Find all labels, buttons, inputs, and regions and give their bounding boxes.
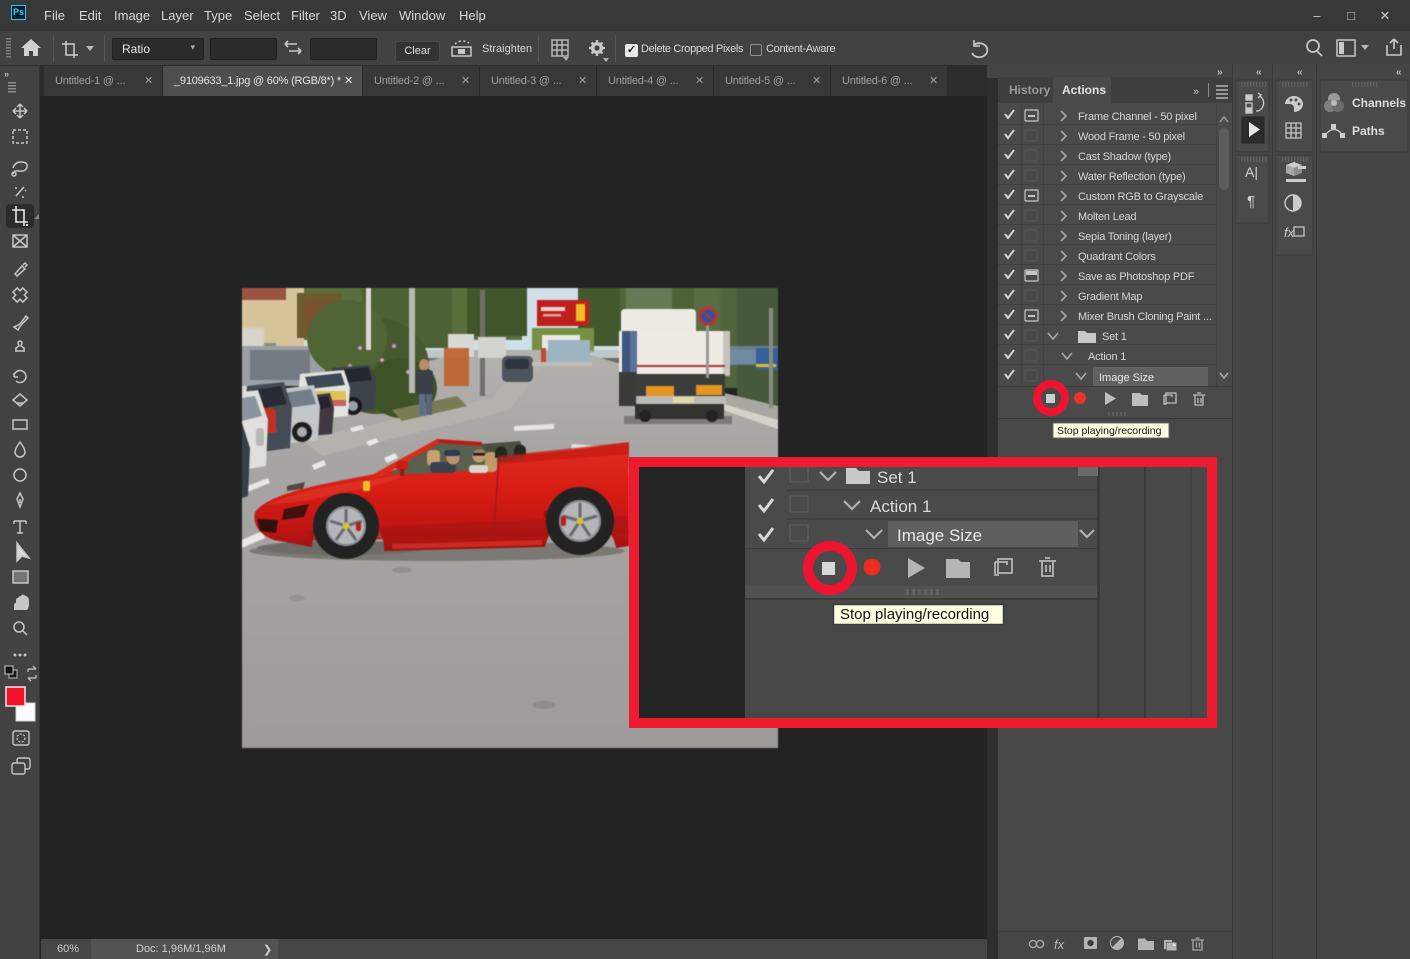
svg-text:Water Reflection (type): Water Reflection (type) [1078,171,1185,183]
svg-text:Stop playing/recording: Stop playing/recording [1057,425,1162,437]
svg-text:Stop playing/recording: Stop playing/recording [840,606,989,623]
svg-text:Action 1: Action 1 [1088,351,1126,363]
svg-text:Wood Frame - 50 pixel: Wood Frame - 50 pixel [1078,131,1185,143]
svg-text:Mixer Brush Cloning Paint ...: Mixer Brush Cloning Paint ... [1078,311,1212,323]
svg-text:Set 1: Set 1 [1102,331,1127,343]
svg-text:Gradient Map: Gradient Map [1078,291,1142,303]
svg-text:fx: fx [1284,225,1295,240]
svg-text:Image Size: Image Size [1099,372,1154,384]
svg-text:History: History [1009,83,1051,97]
svg-text:Paths: Paths [1352,124,1385,138]
svg-text:»: » [1217,67,1223,78]
svg-text:fx: fx [1054,937,1065,952]
svg-text:Frame Channel - 50 pixel: Frame Channel - 50 pixel [1078,111,1197,123]
svg-text:Cast Shadow (type): Cast Shadow (type) [1078,151,1171,163]
svg-text:«: « [1396,67,1402,78]
svg-text:Set 1: Set 1 [877,468,917,487]
svg-text:Quadrant Colors: Quadrant Colors [1078,251,1156,263]
svg-text:¶: ¶ [1247,193,1255,210]
svg-text:«: « [1297,67,1303,78]
svg-text:»: » [4,69,9,79]
svg-text:Molten Lead: Molten Lead [1078,211,1136,223]
svg-text:Action 1: Action 1 [870,497,931,516]
svg-text:A|: A| [1245,164,1258,180]
svg-text:Channels: Channels [1352,96,1406,110]
svg-text:Sepia Toning (layer): Sepia Toning (layer) [1078,231,1172,243]
svg-text:Image Size: Image Size [897,526,982,545]
svg-text:«: « [1256,67,1262,78]
svg-text:»: » [1193,86,1199,98]
svg-text:Save as Photoshop PDF: Save as Photoshop PDF [1078,271,1195,283]
svg-text:Custom RGB to Grayscale: Custom RGB to Grayscale [1078,191,1203,203]
svg-text:Actions: Actions [1062,83,1106,97]
